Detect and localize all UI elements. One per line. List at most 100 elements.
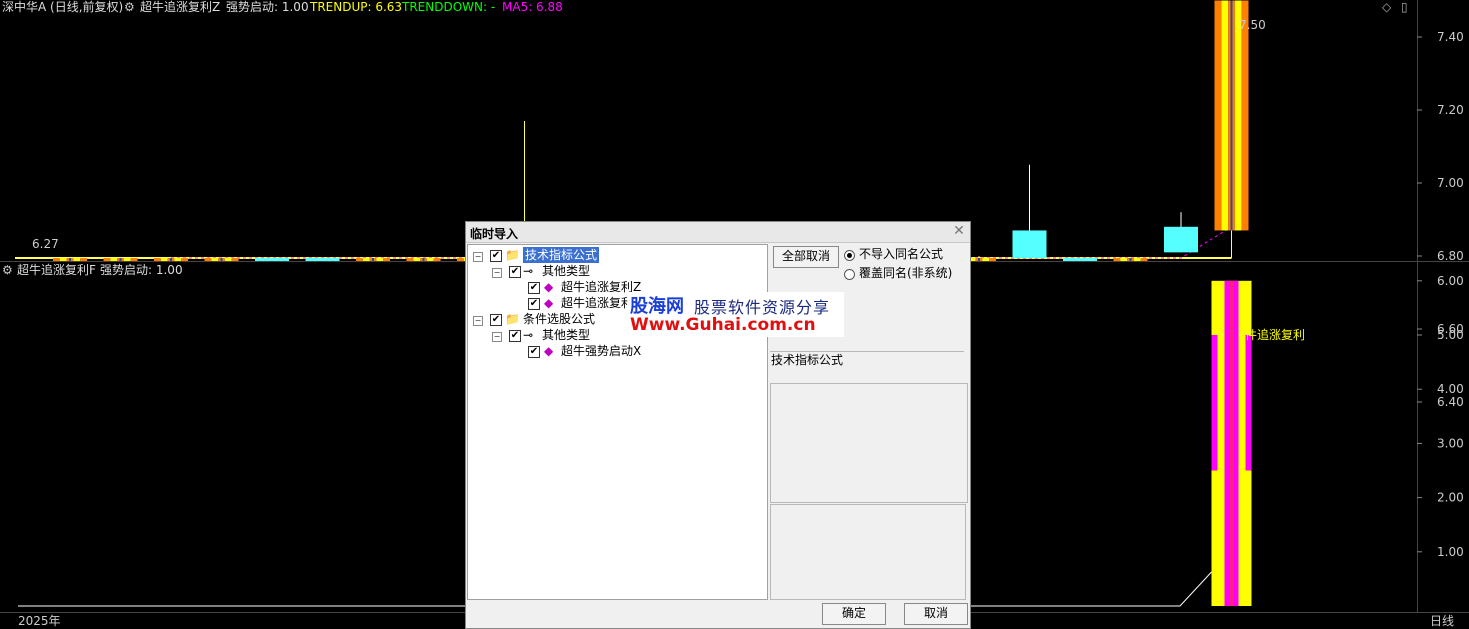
candle-body-stripe	[1221, 0, 1229, 231]
candle-body-stripe	[1234, 0, 1242, 231]
formula-icon: ◆	[544, 280, 554, 294]
collapse-icon[interactable]: −	[492, 332, 502, 342]
tree-checkbox[interactable]: ✔	[490, 314, 502, 326]
ma5-value: MA5: 6.88	[502, 0, 563, 14]
candle-body-stripe	[181, 258, 188, 261]
indicator-name[interactable]: 超牛追涨复利Z	[140, 0, 220, 14]
candle-center-stripe	[119, 258, 122, 261]
price-tick-label: 6.40	[1437, 395, 1464, 409]
candle-body-stripe	[433, 258, 441, 261]
price-tick-label: 7.00	[1437, 176, 1464, 190]
sub-settings-icon[interactable]: ⚙	[2, 263, 13, 277]
sub-bar-magenta-left	[1211, 335, 1218, 471]
candle-body-stripe	[1241, 0, 1249, 231]
radio-overwrite[interactable]	[844, 269, 855, 280]
sub-strong-start-value: 强势启动: 1.00	[100, 263, 183, 277]
dialog-titlebar[interactable]: 临时导入 ✕	[466, 222, 970, 243]
sub-tick-label: 3.00	[1437, 436, 1464, 450]
tree-node-other-type[interactable]: 其他类型	[542, 263, 590, 279]
radio-skip-same[interactable]	[844, 250, 855, 261]
diamond-icon[interactable]: ◇	[1382, 0, 1391, 14]
sub-tick-label: 6.00	[1437, 274, 1464, 288]
price-tick-label: 6.80	[1437, 249, 1464, 263]
sub-axis: 6.00 5.00 4.00 3.00 2.00 1.00	[1417, 274, 1464, 559]
candle-body-stripe	[406, 258, 414, 261]
ok-button[interactable]: 确定	[822, 603, 886, 625]
settings-icon[interactable]: ⚙	[124, 0, 135, 14]
sub-tick-label: 5.00	[1437, 328, 1464, 342]
trendup-value: TRENDUP: 6.63	[310, 0, 403, 14]
radio-skip-same-label[interactable]: 不导入同名公式	[859, 246, 943, 262]
candle-body	[1164, 226, 1198, 253]
stock-title: 深中华A (日线,前复权)	[2, 0, 124, 14]
candle-body-stripe	[376, 258, 384, 261]
year-label: 2025年	[18, 614, 61, 628]
candle-body-stripe	[80, 258, 87, 261]
tree-checkbox[interactable]: ✔	[528, 282, 540, 294]
import-dialog: 临时导入 ✕ − ✔ 📁 技术指标公式 − ✔ ⊸ 其他类型 ✔ ◆ 超牛追涨复…	[465, 221, 971, 629]
strong-start-value: 强势启动: 1.00	[226, 0, 309, 14]
deselect-all-button[interactable]: 全部取消	[773, 246, 839, 268]
watermark-url: Www.Guhai.com.cn	[630, 315, 816, 335]
info-panel-bottom	[770, 504, 966, 600]
low-price-label: 6.27	[32, 237, 59, 251]
window-icon[interactable]: ▯	[1401, 0, 1408, 14]
key-icon: ⊸	[523, 264, 534, 278]
period-label[interactable]: 日线	[1430, 614, 1454, 628]
key-icon: ⊸	[523, 328, 534, 342]
collapse-icon[interactable]: −	[473, 316, 483, 326]
candle-body-stripe	[989, 258, 996, 261]
sub-bar-core	[1229, 280, 1234, 606]
candle-body-stripe	[160, 258, 168, 261]
tree-checkbox[interactable]: ✔	[490, 250, 502, 262]
candle-body	[305, 258, 340, 261]
candle-body-stripe	[982, 258, 990, 261]
tree-checkbox[interactable]: ✔	[528, 298, 540, 310]
candle-body-stripe	[154, 258, 161, 261]
candle-body-stripe	[383, 258, 390, 261]
candle-body-stripe	[103, 258, 111, 261]
close-icon[interactable]: ✕	[952, 224, 966, 238]
sub-bar-magenta-right	[1245, 335, 1252, 471]
candle-body-stripe	[231, 258, 239, 261]
tree-checkbox[interactable]: ✔	[509, 330, 521, 342]
info-label: 技术指标公式	[771, 353, 844, 367]
candle-center-stripe	[372, 258, 374, 261]
sub-tick-label: 1.00	[1437, 545, 1464, 559]
cancel-button[interactable]: 取消	[904, 603, 968, 625]
tree-checkbox[interactable]: ✔	[509, 266, 521, 278]
candle-body-stripe	[174, 258, 182, 261]
tree-node-screen-formula[interactable]: 条件选股公式	[523, 311, 595, 327]
candle-center-stripe	[1129, 258, 1132, 261]
candle-center-stripe	[170, 258, 172, 261]
candle-center-stripe	[978, 258, 980, 261]
info-panel-top	[770, 383, 968, 503]
formula-icon: ◆	[544, 344, 554, 358]
collapse-icon[interactable]: −	[492, 268, 502, 278]
candle-body-stripe	[53, 258, 60, 261]
tree-node-other-type[interactable]: 其他类型	[542, 327, 590, 343]
folder-icon: 📁	[505, 312, 520, 326]
candle-center-stripe	[422, 258, 425, 261]
sub-indicator-name[interactable]: 超牛追涨复利F	[17, 263, 96, 277]
candle-body	[1012, 230, 1047, 258]
sub-tick-label: 4.00	[1437, 382, 1464, 396]
candle-body-stripe	[457, 258, 464, 261]
tree-node-tech-formula[interactable]: 技术指标公式	[523, 247, 600, 263]
candle-body-stripe	[211, 258, 219, 261]
radio-overwrite-label[interactable]: 覆盖同名(非系统)	[859, 265, 952, 281]
candle-body	[1063, 258, 1097, 261]
tree-checkbox[interactable]: ✔	[528, 346, 540, 358]
trenddown-value: TRENDDOWN: -	[402, 0, 496, 14]
high-price-label: 7.50	[1239, 18, 1266, 32]
candle-body-stripe	[1133, 258, 1141, 261]
tree-node-formula-x[interactable]: 超牛强势启动X	[561, 343, 641, 359]
sub-tick-label: 2.00	[1437, 491, 1464, 505]
dialog-title: 临时导入	[470, 227, 519, 241]
collapse-icon[interactable]: −	[473, 252, 483, 262]
candle-body	[255, 258, 289, 261]
candle-body-stripe	[123, 258, 131, 261]
candle-center-stripe	[69, 258, 71, 261]
candle-body-stripe	[130, 258, 138, 261]
candle-body-stripe	[1120, 258, 1128, 261]
